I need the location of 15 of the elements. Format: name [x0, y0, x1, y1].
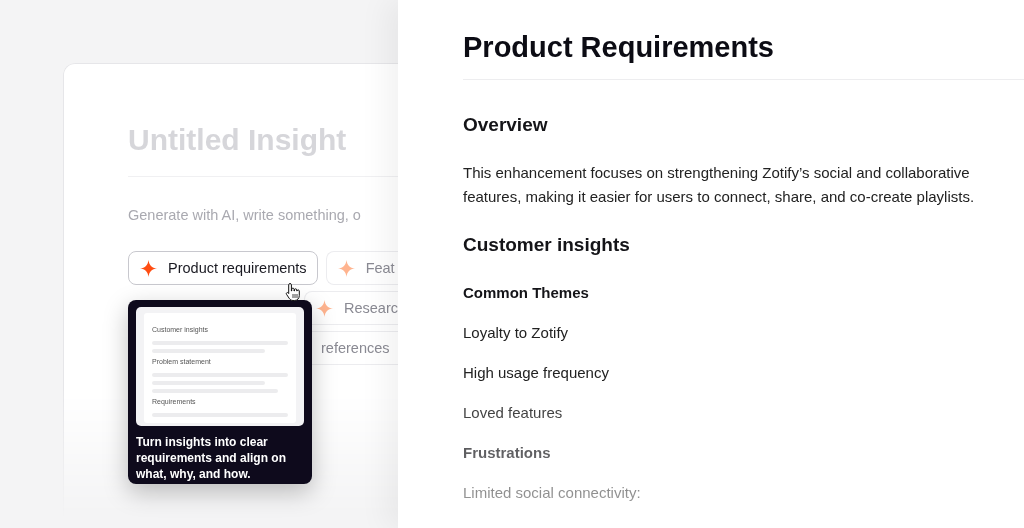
- list-text: High usage frequency: [463, 363, 609, 383]
- list-text: Loved features: [463, 403, 563, 423]
- section-heading: Overview: [463, 113, 548, 137]
- list-text: Loyalty to Zotify: [463, 323, 569, 343]
- template-chip[interactable]: Feat: [325, 251, 398, 285]
- list-text: Limited social connectivity:: [463, 483, 641, 503]
- tooltip-text: Turn insights into clear requirements and align on what, why, and how.: [136, 434, 288, 482]
- prompt-placeholder[interactable]: Generate with AI, write something, o: [128, 205, 361, 225]
- subsection-heading: Common Themes: [463, 283, 589, 303]
- subsection-heading: Frustrations: [463, 443, 551, 463]
- template-chip[interactable]: Product requirements: [128, 251, 318, 285]
- template-chip[interactable]: Researc: [304, 291, 398, 325]
- section-heading: Customer insights: [463, 233, 630, 257]
- paragraph: This enhancement focuses on strengthening Zotify’s social and collaborative features, making it easier for users to connect, share, and co-create playlists.: [463, 163, 976, 207]
- document-title: Product Requirements: [463, 30, 774, 65]
